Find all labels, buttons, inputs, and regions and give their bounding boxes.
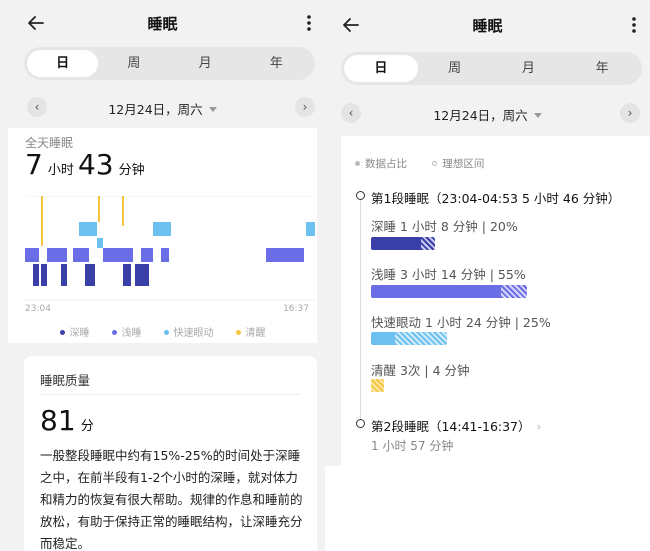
next-day-button[interactable]: › bbox=[620, 103, 640, 123]
light-ratio-bar bbox=[371, 285, 503, 298]
legend-dot-icon bbox=[163, 330, 169, 335]
hours-value: 7 bbox=[25, 148, 43, 181]
chevron-right-icon: › bbox=[536, 419, 542, 434]
date-selector: ‹ 12月24日，周六 › bbox=[325, 101, 650, 127]
timeline-node bbox=[356, 419, 365, 428]
legend-deep: 深睡 bbox=[59, 324, 90, 339]
legend-dot-icon bbox=[111, 330, 117, 335]
awake-block bbox=[98, 196, 100, 222]
score-unit: 分 bbox=[80, 419, 94, 434]
dropdown-caret-icon bbox=[533, 113, 542, 118]
date-label[interactable]: 12月24日，周六 bbox=[0, 99, 325, 118]
legend-ideal: 理想区间 bbox=[442, 158, 485, 170]
segment2-duration: 1 小时 57 分钟 bbox=[371, 439, 454, 453]
breakdown-legend: 数据占比 理想区间 bbox=[355, 156, 484, 171]
bottom-area bbox=[325, 466, 650, 551]
quality-score: 81 分 bbox=[40, 404, 94, 437]
light-sleep-block bbox=[161, 248, 169, 262]
ratio-dot-icon bbox=[355, 161, 360, 166]
timeline-line bbox=[360, 197, 361, 422]
legend-dot-icon bbox=[59, 330, 65, 335]
right-panel: 睡眠 日 周 月 年 ‹ 12月24日，周六 › 数据占比 理想区间 第1段睡眠… bbox=[325, 0, 650, 551]
rem-sleep-block bbox=[153, 222, 171, 236]
tab-week[interactable]: 周 bbox=[98, 50, 169, 77]
segment2-row[interactable]: 第2段睡眠（14:41-16:37） › bbox=[371, 416, 542, 435]
chart-legend: 深睡 浅睡 快速眼动 清醒 bbox=[8, 324, 317, 339]
rem-sleep-block bbox=[306, 222, 315, 236]
left-panel: 睡眠 日 周 月 年 ‹ 12月24日，周六 › 全天睡眠 7 小时43 分钟 bbox=[0, 0, 325, 551]
sleep-quality-card: 睡眠质量 81 分 一般整段睡眠中约有15%-25%的时间处于深睡之中，在前半段… bbox=[24, 356, 317, 551]
awake-bar bbox=[371, 379, 384, 392]
awake-block bbox=[41, 196, 43, 246]
date-text: 12月24日，周六 bbox=[433, 108, 528, 123]
light-sleep-block bbox=[141, 248, 153, 262]
deep-ideal-bar bbox=[421, 237, 435, 250]
legend-ratio: 数据占比 bbox=[365, 158, 407, 170]
chart-end-time: 16:37 bbox=[283, 304, 309, 314]
more-icon[interactable] bbox=[303, 13, 315, 33]
tab-month[interactable]: 月 bbox=[170, 50, 241, 77]
more-icon[interactable] bbox=[628, 15, 640, 35]
tab-week[interactable]: 周 bbox=[418, 55, 492, 82]
divider bbox=[40, 394, 301, 395]
deep-label: 深睡 1 小时 8 分钟 | 20% bbox=[371, 219, 518, 234]
deep-ratio-bar bbox=[371, 237, 423, 250]
tab-day[interactable]: 日 bbox=[344, 55, 418, 82]
light-sleep-block bbox=[47, 248, 67, 262]
sleep-stage-chart bbox=[25, 196, 315, 301]
date-selector: ‹ 12月24日，周六 › bbox=[0, 95, 325, 121]
legend-dot-icon bbox=[235, 330, 241, 335]
deep-sleep-block bbox=[61, 264, 67, 286]
light-sleep-block bbox=[103, 248, 133, 262]
total-sleep: 7 小时 43 分钟 bbox=[25, 148, 145, 181]
light-ideal-bar bbox=[501, 285, 527, 298]
tab-year[interactable]: 年 bbox=[241, 50, 312, 77]
date-text: 12月24日，周六 bbox=[108, 102, 203, 117]
rem-ideal-bar bbox=[395, 332, 447, 345]
segment1-title: 第1段睡眠（23:04-04:53 5 小时 46 分钟） bbox=[371, 191, 621, 206]
sleep-summary-card: 全天睡眠 7 小时 43 分钟 23:04 16:37 深睡 浅睡 快速眼动 清… bbox=[8, 128, 317, 343]
timeline-node bbox=[356, 191, 365, 200]
score-value: 81 bbox=[40, 404, 76, 437]
date-label[interactable]: 12月24日，周六 bbox=[325, 105, 650, 124]
light-label: 浅睡 3 小时 14 分钟 | 55% bbox=[371, 267, 526, 282]
rem-ratio-bar bbox=[371, 332, 397, 345]
deep-sleep-block bbox=[33, 264, 39, 286]
ideal-dot-icon bbox=[432, 161, 438, 166]
period-tabs: 日 周 月 年 bbox=[24, 47, 315, 80]
awake-block bbox=[122, 196, 124, 226]
header: 睡眠 bbox=[325, 0, 650, 46]
rem-sleep-block bbox=[97, 238, 103, 248]
tab-year[interactable]: 年 bbox=[565, 55, 639, 82]
legend-rem: 快速眼动 bbox=[163, 324, 214, 339]
legend-awake: 清醒 bbox=[235, 324, 266, 339]
minutes-unit: 分钟 bbox=[118, 163, 145, 178]
hours-unit: 小时 bbox=[47, 163, 74, 178]
rem-sleep-block bbox=[79, 222, 97, 236]
quality-description: 一般整段睡眠中约有15%-25%的时间处于深睡之中，在前半段有1-2个小时的深睡… bbox=[40, 448, 303, 551]
page-title: 睡眠 bbox=[472, 17, 503, 35]
awake-label: 清醒 3次 | 4 分钟 bbox=[371, 363, 470, 378]
deep-sleep-block bbox=[85, 264, 95, 286]
next-day-button[interactable]: › bbox=[295, 97, 315, 117]
tab-month[interactable]: 月 bbox=[492, 55, 566, 82]
legend-light: 浅睡 bbox=[111, 324, 142, 339]
light-sleep-block bbox=[25, 248, 39, 262]
quality-title: 睡眠质量 bbox=[40, 373, 91, 388]
page-title: 睡眠 bbox=[147, 15, 178, 33]
stage-breakdown-card: 数据占比 理想区间 第1段睡眠（23:04-04:53 5 小时 46 分钟） … bbox=[341, 136, 650, 466]
deep-sleep-block bbox=[41, 264, 47, 286]
deep-sleep-block bbox=[123, 264, 131, 286]
light-sleep-block bbox=[266, 248, 304, 262]
rem-label: 快速眼动 1 小时 24 分钟 | 25% bbox=[371, 315, 551, 330]
dropdown-caret-icon bbox=[208, 107, 217, 112]
header: 睡眠 bbox=[0, 0, 325, 46]
deep-sleep-block bbox=[135, 264, 149, 286]
segment2-title: 第2段睡眠（14:41-16:37） bbox=[371, 419, 531, 434]
tab-day[interactable]: 日 bbox=[27, 50, 99, 77]
chart-start-time: 23:04 bbox=[25, 304, 51, 314]
minutes-value: 43 bbox=[77, 148, 114, 181]
light-sleep-block bbox=[73, 248, 89, 262]
period-tabs: 日 周 月 年 bbox=[341, 52, 642, 85]
